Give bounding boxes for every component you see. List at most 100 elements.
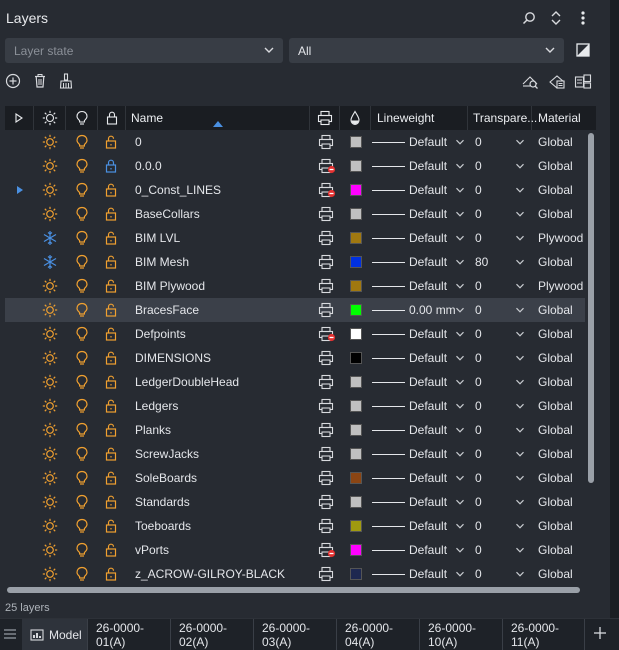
layer-color-swatch[interactable] — [350, 226, 362, 250]
no-plot-printer-icon[interactable] — [318, 154, 336, 178]
material-value[interactable]: Global — [538, 538, 573, 562]
lineweight-cell[interactable]: Default — [372, 442, 467, 466]
layer-name[interactable]: BracesFace — [135, 298, 199, 322]
layer-color-swatch[interactable] — [350, 562, 362, 586]
tab-layout[interactable]: 26-0000-01(A) — [88, 619, 171, 650]
transparency-value[interactable]: 0 — [475, 202, 482, 226]
layer-name[interactable]: SoleBoards — [135, 466, 197, 490]
freeze-bulb-icon[interactable] — [75, 370, 89, 394]
chevron-down-icon[interactable] — [515, 442, 525, 466]
lineweight-cell[interactable]: Default — [372, 346, 467, 370]
lineweight-cell[interactable]: Default — [372, 322, 467, 346]
unlocked-icon[interactable] — [105, 202, 117, 226]
layer-on-sun-icon[interactable] — [42, 130, 58, 154]
plot-printer-icon[interactable] — [318, 274, 336, 298]
transparency-value[interactable]: 0 — [475, 418, 482, 442]
table-row[interactable]: Toeboards Default 0 Global — [5, 514, 585, 538]
chevron-down-icon[interactable] — [515, 418, 525, 442]
layer-color-swatch[interactable] — [350, 250, 362, 274]
material-value[interactable]: Global — [538, 490, 573, 514]
transparency-value[interactable]: 0 — [475, 274, 482, 298]
chevron-down-icon[interactable] — [515, 394, 525, 418]
chevron-down-icon[interactable] — [455, 346, 465, 370]
layer-filter-dropdown[interactable]: All — [289, 38, 564, 63]
chevron-down-icon[interactable] — [455, 178, 465, 202]
table-row[interactable]: SoleBoards Default 0 Global — [5, 466, 585, 490]
layer-name[interactable]: 0 — [135, 130, 142, 154]
transparency-value[interactable]: 0 — [475, 130, 482, 154]
plot-printer-icon[interactable] — [318, 346, 336, 370]
table-row[interactable]: vPorts Default 0 Global — [5, 538, 585, 562]
unlocked-icon[interactable] — [105, 442, 117, 466]
transparency-value[interactable]: 0 — [475, 370, 482, 394]
freeze-bulb-icon[interactable] — [75, 538, 89, 562]
material-value[interactable]: Global — [538, 250, 573, 274]
layer-name[interactable]: BIM Plywood — [135, 274, 205, 298]
layer-name[interactable]: z_ACROW-GILROY-BLACK — [135, 562, 285, 586]
material-value[interactable]: Global — [538, 370, 573, 394]
layer-on-sun-icon[interactable] — [42, 562, 58, 586]
freeze-column-header[interactable] — [66, 106, 98, 130]
material-value[interactable]: Plywood — [538, 226, 583, 250]
vertical-scroll-thumb[interactable] — [588, 133, 594, 483]
material-column-header[interactable]: Material — [532, 106, 596, 130]
freeze-bulb-icon[interactable] — [75, 250, 89, 274]
layer-color-swatch[interactable] — [350, 442, 362, 466]
plot-printer-icon[interactable] — [318, 562, 336, 586]
purge-broom-icon[interactable] — [58, 73, 74, 92]
table-row[interactable]: BracesFace 0.00 mm 0 Global — [5, 298, 585, 322]
lineweight-cell[interactable]: Default — [372, 154, 467, 178]
layer-on-sun-icon[interactable] — [42, 154, 58, 178]
chevron-down-icon[interactable] — [455, 202, 465, 226]
lineweight-cell[interactable]: Default — [372, 202, 467, 226]
material-value[interactable]: Global — [538, 418, 573, 442]
tab-model[interactable]: Model — [22, 619, 88, 650]
plot-printer-icon[interactable] — [318, 394, 336, 418]
transparency-value[interactable]: 0 — [475, 226, 482, 250]
layer-on-sun-icon[interactable] — [42, 346, 58, 370]
unlocked-icon[interactable] — [105, 298, 117, 322]
material-value[interactable]: Global — [538, 178, 573, 202]
frozen-snowflake-icon[interactable] — [42, 250, 58, 274]
transparency-value[interactable]: 0 — [475, 538, 482, 562]
material-value[interactable]: Plywood — [538, 274, 583, 298]
freeze-bulb-icon[interactable] — [75, 394, 89, 418]
no-plot-printer-icon[interactable] — [318, 538, 336, 562]
layer-on-sun-icon[interactable] — [42, 538, 58, 562]
menu-icon[interactable] — [4, 628, 16, 643]
unlocked-icon[interactable] — [105, 322, 117, 346]
chevron-down-icon[interactable] — [455, 130, 465, 154]
chevron-down-icon[interactable] — [455, 466, 465, 490]
chevron-down-icon[interactable] — [515, 178, 525, 202]
chevron-down-icon[interactable] — [455, 538, 465, 562]
transparency-value[interactable]: 0 — [475, 154, 482, 178]
chevron-down-icon[interactable] — [515, 562, 525, 586]
plot-printer-icon[interactable] — [318, 514, 336, 538]
material-value[interactable]: Global — [538, 466, 573, 490]
layer-name[interactable]: BIM LVL — [135, 226, 180, 250]
freeze-bulb-icon[interactable] — [75, 298, 89, 322]
tab-layout[interactable]: 26-0000-11(A) — [503, 619, 585, 650]
layer-color-swatch[interactable] — [350, 394, 362, 418]
layer-color-swatch[interactable] — [350, 178, 362, 202]
layer-color-swatch[interactable] — [350, 322, 362, 346]
chevron-down-icon[interactable] — [515, 226, 525, 250]
transparency-value[interactable]: 80 — [475, 250, 488, 274]
layer-name[interactable]: DIMENSIONS — [135, 346, 211, 370]
freeze-bulb-icon[interactable] — [75, 442, 89, 466]
layer-states-icon[interactable] — [548, 72, 566, 93]
layer-name[interactable]: ScrewJacks — [135, 442, 199, 466]
plot-printer-icon[interactable] — [318, 370, 336, 394]
layer-on-sun-icon[interactable] — [42, 370, 58, 394]
layer-color-swatch[interactable] — [350, 538, 362, 562]
layer-on-sun-icon[interactable] — [42, 298, 58, 322]
layer-color-swatch[interactable] — [350, 346, 362, 370]
freeze-bulb-icon[interactable] — [75, 418, 89, 442]
transparency-column-header[interactable]: Transpare... — [468, 106, 537, 130]
layer-name[interactable]: LedgerDoubleHead — [135, 370, 239, 394]
layer-color-swatch[interactable] — [350, 274, 362, 298]
lineweight-cell[interactable]: Default — [372, 226, 467, 250]
layer-color-swatch[interactable] — [350, 466, 362, 490]
layer-name[interactable]: BIM Mesh — [135, 250, 189, 274]
table-row[interactable]: Planks Default 0 Global — [5, 418, 585, 442]
